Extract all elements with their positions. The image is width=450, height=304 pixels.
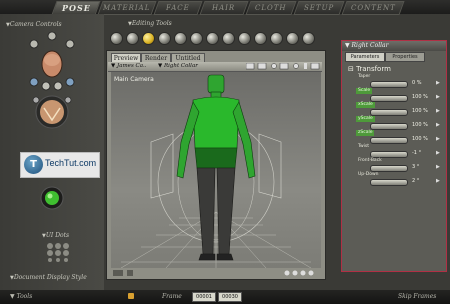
param-zscale[interactable]: zScale 100 % ▶: [356, 130, 440, 144]
move-xy-icon: [29, 77, 39, 87]
camera-view-icon: [279, 63, 289, 70]
translate-in-out-tool-icon[interactable]: [158, 32, 171, 45]
viewport-footer-controls[interactable]: [111, 269, 321, 277]
chain-break-tool-icon[interactable]: [206, 32, 219, 45]
light-globe-icon: [45, 191, 59, 205]
param-dial[interactable]: [370, 137, 408, 144]
room-tab-bar: POSE MATERIAL FACE HAIR CLOTH SETUP CONT…: [0, 0, 450, 15]
param-menu-arrow-icon[interactable]: ▶: [436, 136, 440, 142]
pin-icon: [304, 63, 307, 69]
rotate-tool-icon[interactable]: [110, 32, 123, 45]
param-menu-arrow-icon[interactable]: ▶: [436, 164, 440, 170]
skip-frames-label[interactable]: Skip Frames: [398, 293, 436, 300]
options-icon: [310, 63, 320, 70]
figure-menu[interactable]: ▼ James Ca..: [111, 62, 147, 71]
camera-controls-header[interactable]: Camera Controls: [6, 21, 62, 28]
weight-map-tool-icon[interactable]: [302, 32, 315, 45]
tab-content[interactable]: CONTENT: [341, 1, 405, 15]
viewport-controls[interactable]: [246, 63, 320, 70]
viewport-menu-bar: ▼ James Ca.. ▼ Right Collar: [108, 62, 322, 72]
param-dial[interactable]: [370, 165, 408, 172]
tab-parameters[interactable]: Parameters: [345, 52, 385, 62]
right-hand-camera-icon: [65, 39, 75, 49]
techtut-text: TechTut.com: [45, 158, 97, 168]
taper-tool-icon[interactable]: [190, 32, 203, 45]
tab-material[interactable]: MATERIAL: [97, 1, 157, 15]
param-scale[interactable]: Scale 100 % ▶: [356, 88, 440, 102]
rotate-left-icon: [32, 96, 40, 104]
techtut-watermark: T TechTut.com: [20, 152, 100, 178]
editing-tools: Editing Tools: [108, 18, 324, 48]
document-window: Preview Render Untitled ▼ James Ca.. ▼ R…: [106, 50, 326, 280]
shadow-icon: [293, 63, 299, 69]
editing-tools-header[interactable]: Editing Tools: [128, 20, 172, 27]
param-menu-arrow-icon[interactable]: ▶: [436, 108, 440, 114]
parameters-title-bar[interactable]: ▼ Right Collar: [342, 41, 446, 51]
figure-james: [176, 74, 256, 179]
ui-dots-header[interactable]: UI Dots: [42, 232, 69, 239]
param-yscale[interactable]: yScale 100 % ▶: [356, 116, 440, 130]
param-twist[interactable]: Twist -1 ° ▶: [356, 144, 440, 158]
left-hand-camera-icon: [29, 39, 39, 49]
display-style-icon: [246, 63, 255, 70]
param-dial[interactable]: [370, 179, 408, 186]
param-menu-arrow-icon[interactable]: ▶: [436, 178, 440, 184]
param-menu-arrow-icon[interactable]: ▶: [436, 122, 440, 128]
param-dial[interactable]: [370, 95, 408, 102]
tools-label[interactable]: ▼ Tools: [10, 293, 32, 300]
tab-setup[interactable]: SETUP: [293, 1, 345, 15]
tab-hair[interactable]: HAIR: [199, 1, 249, 15]
morphing-tool-icon[interactable]: [270, 32, 283, 45]
grouping-tool-icon[interactable]: [238, 32, 251, 45]
scale-icon: [53, 81, 63, 91]
scale-tool-icon[interactable]: [174, 32, 187, 45]
depth-cue-icon: [271, 63, 277, 69]
light-control-widget[interactable]: [40, 186, 64, 210]
move-xz-icon: [41, 81, 51, 91]
param-dial[interactable]: [370, 81, 408, 88]
param-menu-arrow-icon[interactable]: ▶: [436, 80, 440, 86]
3d-viewport[interactable]: Main Camera: [111, 72, 321, 268]
translate-tool-icon[interactable]: [142, 32, 155, 45]
param-dial[interactable]: [370, 151, 408, 158]
tab-pose[interactable]: POSE: [51, 1, 101, 15]
param-dial[interactable]: [370, 109, 408, 116]
color-tool-icon[interactable]: [222, 32, 235, 45]
ui-dots-grid[interactable]: [45, 242, 71, 262]
scene-render: [120, 74, 312, 268]
current-frame-field[interactable]: 00001: [192, 292, 216, 302]
preview-toggle-icon: [113, 270, 123, 276]
param-taper[interactable]: Taper 0 % ▶: [356, 74, 440, 88]
timeline-marker-icon[interactable]: [128, 293, 134, 299]
frame-label: Frame: [162, 293, 182, 300]
param-xscale[interactable]: xScale 100 % ▶: [356, 102, 440, 116]
techtut-logo-icon: T: [24, 155, 43, 174]
param-menu-arrow-icon[interactable]: ▶: [436, 94, 440, 100]
param-menu-arrow-icon[interactable]: ▶: [436, 150, 440, 156]
tracking-icon: [257, 63, 267, 70]
param-up-down[interactable]: Up-Down 2 ° ▶: [356, 172, 440, 186]
camera-controls-widget[interactable]: [22, 30, 82, 158]
tab-cloth[interactable]: CLOTH: [245, 1, 297, 15]
total-frames-field[interactable]: 00030: [218, 292, 242, 302]
rotate-right-icon: [64, 96, 72, 104]
tab-face[interactable]: FACE: [153, 1, 203, 15]
document-display-style-header[interactable]: Document Display Style: [10, 274, 87, 281]
nav-dot-icon: [284, 270, 290, 276]
move-yz-icon: [65, 77, 75, 87]
view-magnifier-tool-icon[interactable]: [254, 32, 267, 45]
direct-manipulation-tool-icon[interactable]: [286, 32, 299, 45]
actor-menu[interactable]: ▼ Right Collar: [158, 62, 198, 71]
animation-controls-bar: ▼ Tools Frame 00001 00030 Skip Frames: [0, 290, 450, 304]
twist-tool-icon[interactable]: [126, 32, 139, 45]
tab-properties[interactable]: Properties: [385, 52, 425, 62]
param-dial[interactable]: [370, 123, 408, 130]
param-front-back[interactable]: Front-Back 3 ° ▶: [356, 158, 440, 172]
transform-group-header[interactable]: ⊟ Transform: [348, 65, 391, 73]
parameters-panel: ▼ Right Collar Parameters Properties ⊟ T…: [341, 40, 447, 272]
face-camera-icon: [47, 31, 57, 41]
